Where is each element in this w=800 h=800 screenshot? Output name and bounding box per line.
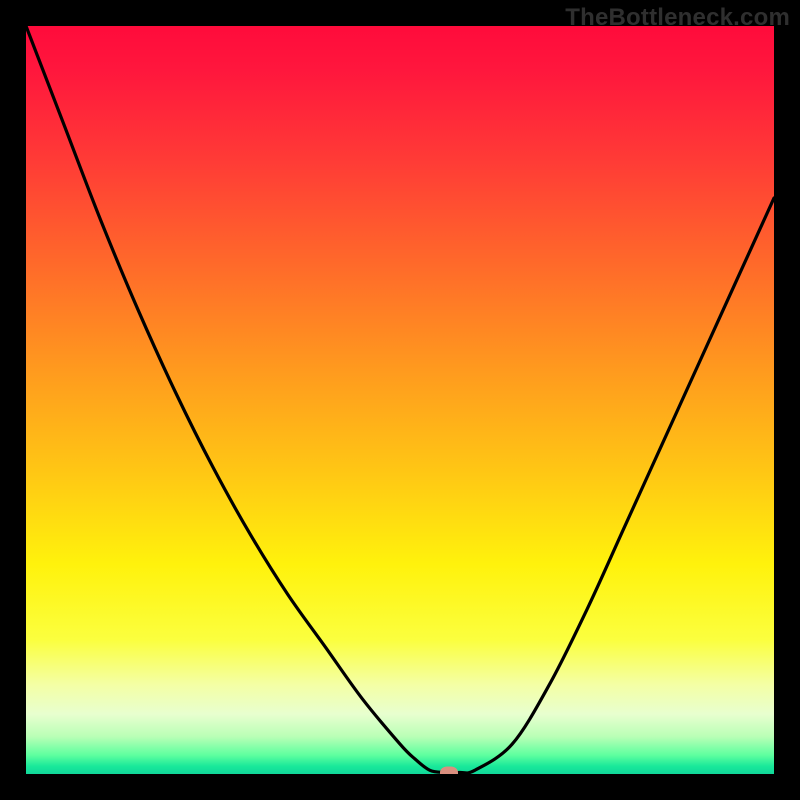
plot-area: [26, 26, 774, 774]
watermark-text: TheBottleneck.com: [565, 4, 790, 32]
chart-frame: TheBottleneck.com: [0, 0, 800, 800]
optimal-marker: [440, 766, 458, 774]
bottleneck-curve: [26, 26, 774, 774]
